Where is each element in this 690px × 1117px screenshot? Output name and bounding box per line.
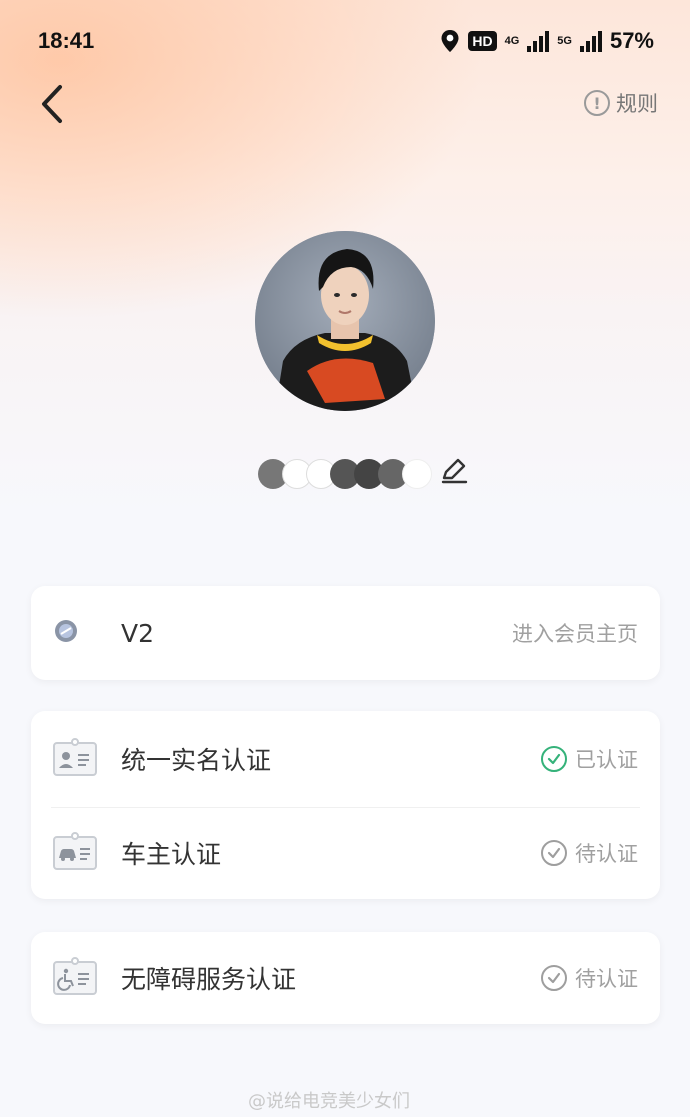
car-owner-verify-row[interactable]: 车主认证 待认证 [31,807,660,899]
network-4g-label: 4G [504,34,520,47]
back-button[interactable] [36,82,70,126]
rules-button[interactable]: ! 规则 [584,88,658,118]
real-name-verify-status-label: 已认证 [575,748,638,772]
accessibility-verify-status: 待认证 [541,963,638,993]
watermark: @说给电竞美少女们 [248,1091,410,1112]
accessibility-verify-label: 无障碍服务认证 [121,965,297,994]
id-card-car-icon [53,832,97,870]
status-icons: HD 4G 5G 57% [440,26,654,56]
signal-1-icon [527,30,550,52]
real-name-verify-status: 已认证 [541,744,638,774]
location-icon [441,30,459,52]
status-bar: 18:41 HD 4G 5G 57% [0,0,690,80]
real-name-verify-row[interactable]: 统一实名认证 已认证 [31,711,660,807]
accessibility-card: 无障碍服务认证 待认证 [31,932,660,1024]
car-owner-verify-label: 车主认证 [121,840,222,869]
chevron-left-icon [42,85,62,123]
car-owner-verify-status: 待认证 [541,838,638,868]
member-home-label: 进入会员主页 [512,622,638,646]
membership-row[interactable]: V2 进入会员主页 [31,586,660,680]
edit-name-button[interactable] [438,454,470,486]
accessibility-verify-status-label: 待认证 [575,967,638,991]
check-circle-icon [541,965,567,991]
hd-badge: HD [468,31,497,51]
network-5g-label: 5G [557,34,572,47]
check-circle-icon [541,840,567,866]
id-card-wheelchair-icon [53,957,97,995]
exclamation-circle-icon: ! [584,90,610,116]
verification-card: 统一实名认证 已认证 车主认证 待认证 [31,711,660,899]
member-home-link[interactable]: 进入会员主页 [512,618,638,648]
pencil-icon [441,458,468,484]
username-obscured [258,454,432,494]
battery-percent: 57% [609,28,654,53]
signal-2-icon [579,30,602,52]
car-owner-verify-status-label: 待认证 [575,842,638,866]
membership-badge-icon [53,618,79,648]
rules-label: 规则 [616,92,658,116]
check-circle-icon [541,746,567,772]
membership-card[interactable]: V2 进入会员主页 [31,586,660,680]
id-card-person-icon [53,738,97,776]
status-time: 18:41 [38,28,95,53]
real-name-verify-label: 统一实名认证 [121,746,272,775]
avatar[interactable] [255,231,435,411]
user-avatar-photo [255,231,435,411]
member-level-label: V2 [121,618,155,648]
accessibility-verify-row[interactable]: 无障碍服务认证 待认证 [31,932,660,1024]
